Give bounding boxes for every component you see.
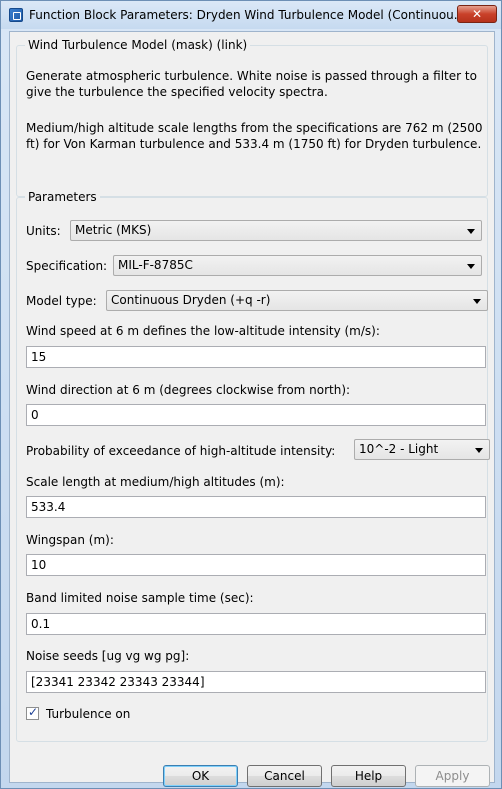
wind-direction-label: Wind direction at 6 m (degrees clockwise… [26,383,351,397]
close-icon[interactable]: ✕ [457,5,497,23]
scale-length-field[interactable]: 533.4 [26,496,486,518]
turbulence-checkbox[interactable]: ✓ [26,705,39,720]
probability-dropdown[interactable]: 10^-2 - Light [354,439,490,460]
probability-value: 10^-2 - Light [359,442,439,456]
scale-length-label: Scale length at medium/high altitudes (m… [26,475,285,489]
units-value: Metric (MKS) [75,223,152,237]
specification-value: MIL-F-8785C [118,258,193,272]
specification-label: Specification: [26,259,108,273]
sample-time-field[interactable]: 0.1 [26,613,486,635]
simulink-block-icon [9,8,23,22]
model-type-value: Continuous Dryden (+q -r) [111,293,271,307]
noise-seeds-field[interactable]: [23341 23342 23343 23344] [26,671,486,693]
chevron-down-icon [475,448,483,453]
wind-speed-label: Wind speed at 6 m defines the low-altitu… [26,324,380,338]
probability-label: Probability of exceedance of high-altitu… [26,444,336,458]
noise-seeds-label: Noise seeds [ug vg wg pg]: [26,649,190,663]
dialog-body: Wind Turbulence Model (mask) (link) Gene… [9,31,495,787]
wind-speed-field[interactable]: 15 [26,346,486,368]
ok-button[interactable]: OK [163,765,238,787]
sample-time-label: Band limited noise sample time (sec): [26,591,254,605]
mask-group-label: Wind Turbulence Model (mask) (link) [25,38,251,52]
wingspan-field[interactable]: 10 [26,554,486,576]
chevron-down-icon [467,229,475,234]
units-label: Units: [26,224,61,238]
scale-length-note: Medium/high altitude scale lengths from … [26,121,483,151]
window-title: Function Block Parameters: Dryden Wind T… [29,8,466,22]
model-type-label: Model type: [26,294,97,308]
mask-description-text: Generate atmospheric turbulence. White n… [26,69,477,99]
chevron-down-icon [473,299,481,304]
title-bar[interactable]: Function Block Parameters: Dryden Wind T… [1,1,501,29]
turbulence-label: Turbulence on [46,707,131,721]
help-button[interactable]: Help [331,765,406,787]
parameters-group-label: Parameters [25,190,100,204]
units-dropdown[interactable]: Metric (MKS) [70,220,482,241]
wind-direction-field[interactable]: 0 [26,404,486,426]
checkmark-icon: ✓ [28,705,39,719]
cancel-button[interactable]: Cancel [247,765,322,787]
apply-button: Apply [415,765,490,787]
chevron-down-icon [467,264,475,269]
model-type-dropdown[interactable]: Continuous Dryden (+q -r) [106,290,488,311]
specification-dropdown[interactable]: MIL-F-8785C [113,255,482,276]
wingspan-label: Wingspan (m): [26,533,114,547]
dialog-window: Function Block Parameters: Dryden Wind T… [0,0,502,789]
